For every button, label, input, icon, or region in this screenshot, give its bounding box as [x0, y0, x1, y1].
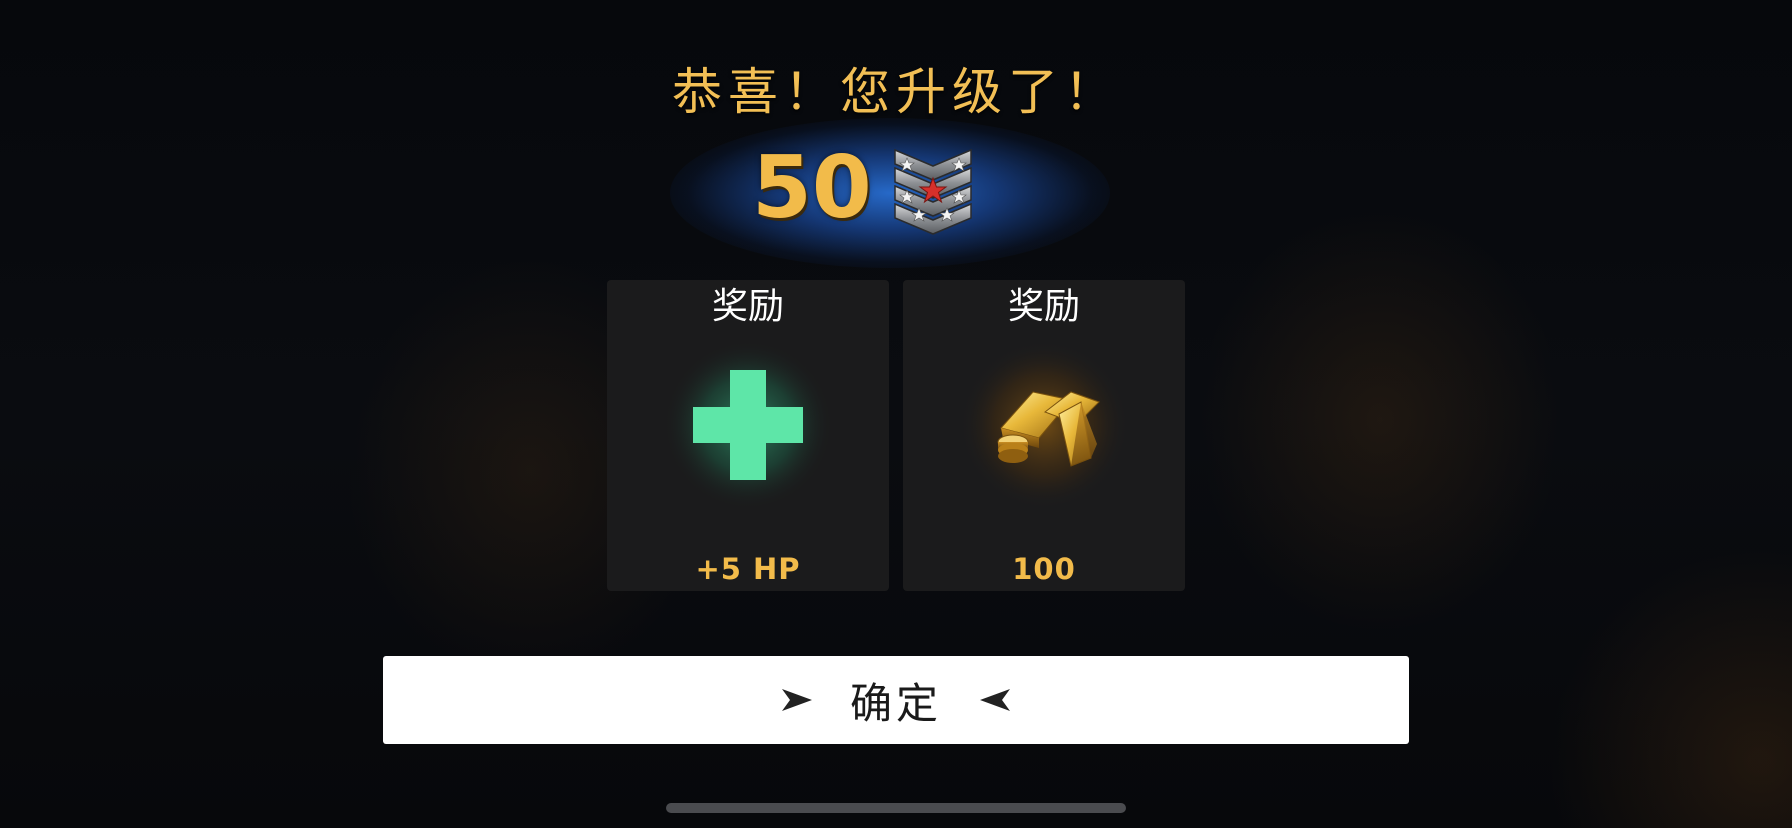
- confirm-button-label: 确定: [849, 678, 942, 728]
- reward-value-gold: 100: [1012, 552, 1076, 586]
- reward-card-gold: 奖励 100: [903, 280, 1185, 591]
- level-number: 50: [752, 138, 872, 238]
- arrow-right-icon: [781, 689, 812, 711]
- reward-label: 奖励: [711, 286, 784, 327]
- reward-value-hp: +5 HP: [695, 552, 801, 586]
- confirm-button[interactable]: 确定: [383, 656, 1409, 744]
- level-up-screen: 恭喜！您升级了！ 50 奖励 +5 HP 奖励 100 确定: [0, 0, 1792, 828]
- arrow-left-icon: [980, 689, 1010, 711]
- health-cross-icon: [663, 340, 833, 510]
- level-up-title: 恭喜！您升级了！: [672, 63, 1120, 121]
- level-glow-backdrop: [670, 118, 1110, 268]
- gold-bars-icon: [959, 340, 1129, 510]
- rank-chevron-star-badge-icon: [894, 148, 972, 235]
- reward-label: 奖励: [1007, 286, 1080, 327]
- reward-card-hp: 奖励 +5 HP: [607, 280, 889, 591]
- home-indicator[interactable]: [666, 803, 1126, 813]
